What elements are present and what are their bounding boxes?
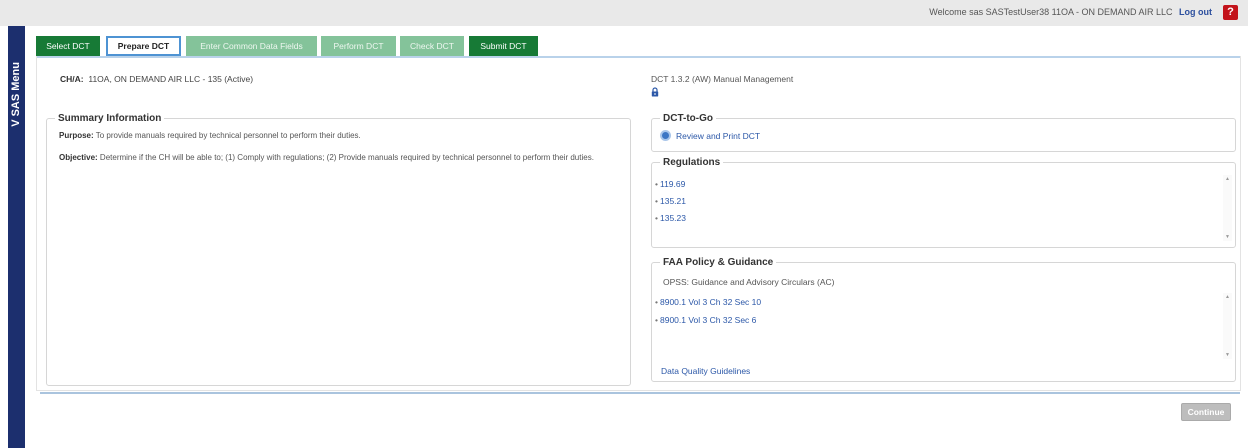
regulations-legend: Regulations	[660, 156, 724, 169]
purpose-label: Purpose:	[59, 131, 94, 140]
sas-menu-label[interactable]: V SAS Menu	[8, 62, 25, 127]
dct-to-go-panel: DCT-to-Go Review and Print DCT	[651, 112, 1236, 152]
scroll-down-icon[interactable]: ▼	[1223, 351, 1232, 359]
regulation-link[interactable]: • 135.21	[655, 196, 686, 206]
print-preview-icon[interactable]	[660, 130, 671, 141]
regulations-scrollbar[interactable]: ▲ ▼	[1223, 175, 1232, 241]
purpose-text: To provide manuals required by technical…	[95, 131, 361, 140]
summary-legend: Summary Information	[55, 112, 165, 125]
welcome-banner: Welcome sas SASTestUser38 11OA - ON DEMA…	[929, 7, 1212, 17]
dct-to-go-legend: DCT-to-Go	[660, 112, 716, 125]
regulation-link[interactable]: • 135.23	[655, 213, 686, 223]
summary-information-panel: Summary Information Purpose: To provide …	[46, 112, 631, 386]
sas-side-menu[interactable]: V SAS Menu	[8, 26, 25, 448]
welcome-text: Welcome sas SASTestUser38 11OA - ON DEMA…	[929, 7, 1173, 17]
scroll-up-icon[interactable]: ▲	[1223, 175, 1232, 183]
tab-prepare-dct[interactable]: Prepare DCT	[106, 36, 181, 56]
lock-icon	[651, 87, 659, 97]
objective-label: Objective:	[59, 153, 98, 162]
data-quality-guidelines-link[interactable]: Data Quality Guidelines	[661, 366, 750, 376]
review-print-label[interactable]: Review and Print DCT	[676, 131, 760, 141]
cha-info: CH/A: 11OA, ON DEMAND AIR LLC - 135 (Act…	[60, 74, 253, 84]
review-print-link[interactable]: Review and Print DCT	[660, 130, 760, 141]
logout-link[interactable]: Log out	[1179, 7, 1212, 17]
regulations-panel: Regulations • 119.69 • 135.21 • 135.23 ▲ ▼	[651, 156, 1236, 248]
tab-enter-common-data-fields: Enter Common Data Fields	[186, 36, 317, 56]
tab-check-dct: Check DCT	[400, 36, 464, 56]
scroll-down-icon[interactable]: ▼	[1223, 233, 1232, 241]
faa-policy-panel: FAA Policy & Guidance OPSS: Guidance and…	[651, 256, 1236, 382]
regulation-link[interactable]: • 119.69	[655, 179, 685, 189]
help-icon[interactable]: ?	[1223, 5, 1238, 20]
guidance-link[interactable]: • 8900.1 Vol 3 Ch 32 Sec 6	[655, 315, 756, 325]
top-bar: Welcome sas SASTestUser38 11OA - ON DEMA…	[0, 0, 1248, 26]
purpose-line: Purpose: To provide manuals required by …	[59, 131, 619, 141]
tab-submit-dct[interactable]: Submit DCT	[469, 36, 538, 56]
guidance-link[interactable]: • 8900.1 Vol 3 Ch 32 Sec 10	[655, 297, 761, 307]
cha-label: CH/A:	[60, 74, 84, 84]
bottom-divider	[40, 392, 1240, 394]
faa-policy-subheading: OPSS: Guidance and Advisory Circulars (A…	[663, 277, 835, 287]
faa-policy-legend: FAA Policy & Guidance	[660, 256, 777, 269]
objective-line: Objective: Determine if the CH will be a…	[59, 153, 619, 163]
dct-title: DCT 1.3.2 (AW) Manual Management	[651, 74, 794, 84]
continue-button[interactable]: Continue	[1181, 403, 1231, 421]
faa-policy-scrollbar[interactable]: ▲ ▼	[1223, 293, 1232, 359]
cha-value: 11OA, ON DEMAND AIR LLC - 135 (Active)	[88, 74, 254, 84]
tab-select-dct[interactable]: Select DCT	[36, 36, 100, 56]
tab-perform-dct: Perform DCT	[321, 36, 396, 56]
objective-text: Determine if the CH will be able to; (1)…	[99, 153, 594, 162]
scroll-up-icon[interactable]: ▲	[1223, 293, 1232, 301]
